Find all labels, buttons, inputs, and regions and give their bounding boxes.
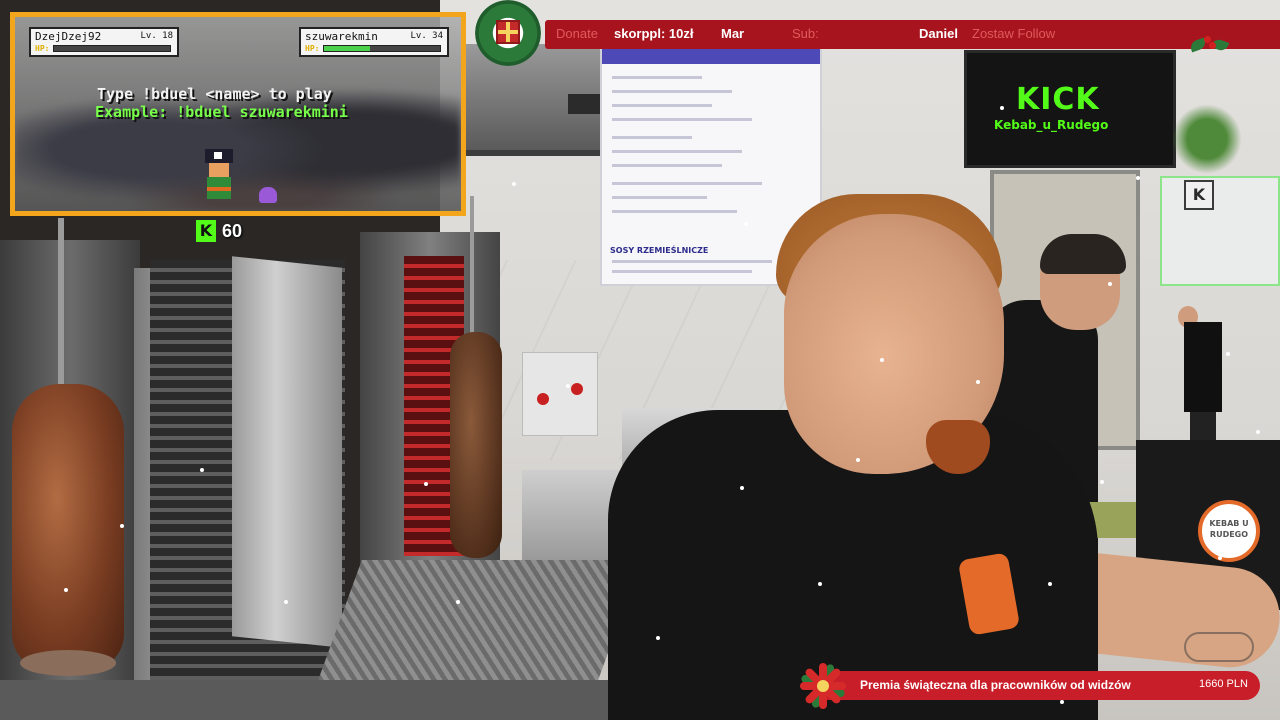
person-background — [1184, 322, 1222, 412]
poinsettia-icon — [798, 661, 848, 711]
stream-overlay: SOSY RZEMIEŚLNICZE KICK Kebab_u_Rudego K — [0, 0, 1280, 720]
gift-icon — [496, 20, 520, 44]
player1-hp-bar — [53, 45, 171, 52]
player2-level: Lv. 34 — [410, 31, 443, 41]
duel-example: Example: !bduel szuwarekmini — [95, 103, 348, 121]
player2-card: szuwarekmin Lv. 34 HP: — [299, 27, 449, 57]
player1-level: Lv. 18 — [140, 31, 173, 41]
counter-grate — [318, 560, 642, 680]
tv-channel-name: Kebab_u_Rudego — [994, 118, 1109, 132]
game-background — [15, 57, 461, 211]
scrolling-text: Mar — [721, 26, 745, 41]
kebab-meat-middle — [450, 332, 502, 558]
kebab-meat-left — [12, 384, 124, 670]
kebab-u-rudego-sticker: KEBAB U RUDEGO — [1198, 500, 1260, 562]
k-sign: K — [1184, 180, 1214, 210]
player1-hp-label: HP: — [35, 44, 50, 53]
player2-name: szuwarekmin — [305, 30, 378, 43]
player1-name: DzejDzej92 — [35, 30, 102, 43]
spit-middle — [470, 196, 474, 336]
worker-second-hair — [1040, 234, 1126, 274]
player2-hp-fill — [324, 46, 371, 51]
drip-plate-left — [20, 650, 116, 676]
counter-front — [0, 680, 620, 720]
duel-game-widget: DzejDzej92 Lv. 18 HP: szuwarekmin Lv. 34… — [10, 12, 466, 216]
pirate-icon — [201, 149, 237, 205]
menu-board-heading: SOSY RZEMIEŚLNICZE — [610, 246, 709, 255]
arm-tattoo — [1184, 632, 1254, 662]
sub-label: Sub: — [792, 26, 819, 41]
gyro-door-right — [232, 256, 342, 648]
duel-instruction: Type !bduel <name> to play — [97, 85, 332, 103]
goal-amount: 1660 PLN — [1199, 678, 1248, 690]
follow-cta: Zostaw Follow — [972, 26, 1056, 41]
spit-left — [58, 218, 64, 388]
player1-card: DzejDzej92 Lv. 18 HP: — [29, 27, 179, 57]
power-sockets — [522, 352, 598, 436]
player2-hp-bar — [323, 45, 441, 52]
goal-title: Premia świąteczna dla pracowników od wid… — [860, 678, 1131, 692]
latest-donation: skorppl: 10zł — [614, 26, 694, 41]
tv-kick-logo: KICK — [1016, 82, 1100, 117]
player2-hp-label: HP: — [305, 44, 320, 53]
plant-icon — [1172, 104, 1242, 174]
kick-viewer-count: 60 — [196, 218, 242, 244]
donate-label: Donate — [556, 26, 598, 41]
viewer-count: 60 — [222, 220, 243, 241]
kick-logo-icon — [196, 220, 216, 242]
holly-icon — [1188, 32, 1230, 60]
latest-follower: Daniel — [919, 26, 959, 41]
octopus-icon — [259, 187, 277, 203]
k-wall-panel — [1160, 176, 1280, 286]
